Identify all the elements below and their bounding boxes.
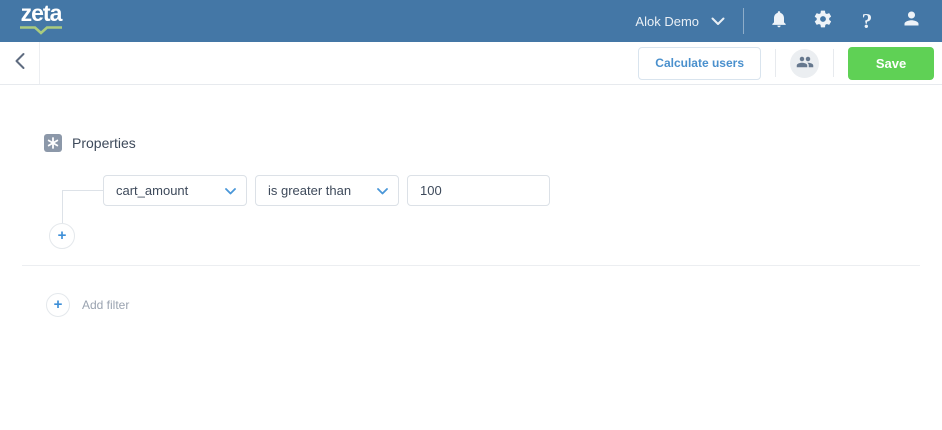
gear-icon — [813, 9, 833, 34]
property-select[interactable]: cart_amount — [103, 175, 247, 206]
back-button[interactable] — [0, 42, 40, 84]
plus-icon: + — [57, 227, 67, 244]
chevron-down-icon — [225, 183, 236, 198]
segment-builder-content: Properties cart_amount is greater than + — [0, 85, 942, 430]
add-filter-button[interactable]: + — [46, 293, 70, 317]
user-icon — [901, 8, 922, 34]
question-icon: ? — [861, 8, 873, 33]
zeta-logo[interactable]: zeta — [18, 0, 64, 40]
toolbar-divider — [833, 49, 834, 77]
help-button[interactable]: ? — [854, 8, 880, 34]
property-select-value: cart_amount — [116, 183, 189, 198]
zeta-logo-text: zeta — [20, 0, 63, 26]
operator-select-value: is greater than — [268, 183, 352, 198]
filter-condition-row: cart_amount is greater than — [103, 175, 550, 206]
add-condition-button[interactable]: + — [49, 223, 75, 249]
calculate-users-button[interactable]: Calculate users — [638, 46, 761, 80]
operator-select[interactable]: is greater than — [255, 175, 399, 206]
action-toolbar: Calculate users Save — [0, 42, 942, 85]
properties-section-title: Properties — [72, 135, 136, 151]
bell-icon — [769, 9, 789, 34]
audience-users-button[interactable] — [790, 48, 819, 78]
save-button[interactable]: Save — [848, 46, 934, 80]
add-filter-label: Add filter — [82, 298, 130, 312]
navbar-right-group: Alok Demo ? — [635, 8, 924, 34]
users-group-icon — [796, 53, 814, 74]
filter-connector-line — [62, 190, 63, 223]
filter-connector-line — [62, 190, 103, 191]
chevron-down-icon — [711, 14, 725, 29]
account-name: Alok Demo — [635, 13, 699, 29]
account-menu[interactable]: Alok Demo — [635, 14, 725, 29]
profile-button[interactable] — [898, 8, 924, 34]
back-chevron-icon — [14, 52, 26, 75]
filter-value-input[interactable] — [407, 175, 550, 206]
properties-section-header: Properties — [44, 134, 136, 152]
section-divider — [22, 265, 920, 266]
add-filter-row: + Add filter — [46, 293, 129, 317]
zeta-logo-underline-icon — [18, 23, 64, 39]
chevron-down-icon — [377, 183, 388, 198]
top-navbar: zeta Alok Demo ? — [0, 0, 942, 42]
notifications-button[interactable] — [766, 8, 792, 34]
navbar-divider — [743, 8, 744, 34]
toolbar-right-group: Calculate users Save — [638, 46, 942, 80]
toolbar-divider — [775, 49, 776, 77]
plus-icon: + — [53, 296, 63, 313]
asterisk-icon — [44, 134, 62, 152]
settings-button[interactable] — [810, 8, 836, 34]
